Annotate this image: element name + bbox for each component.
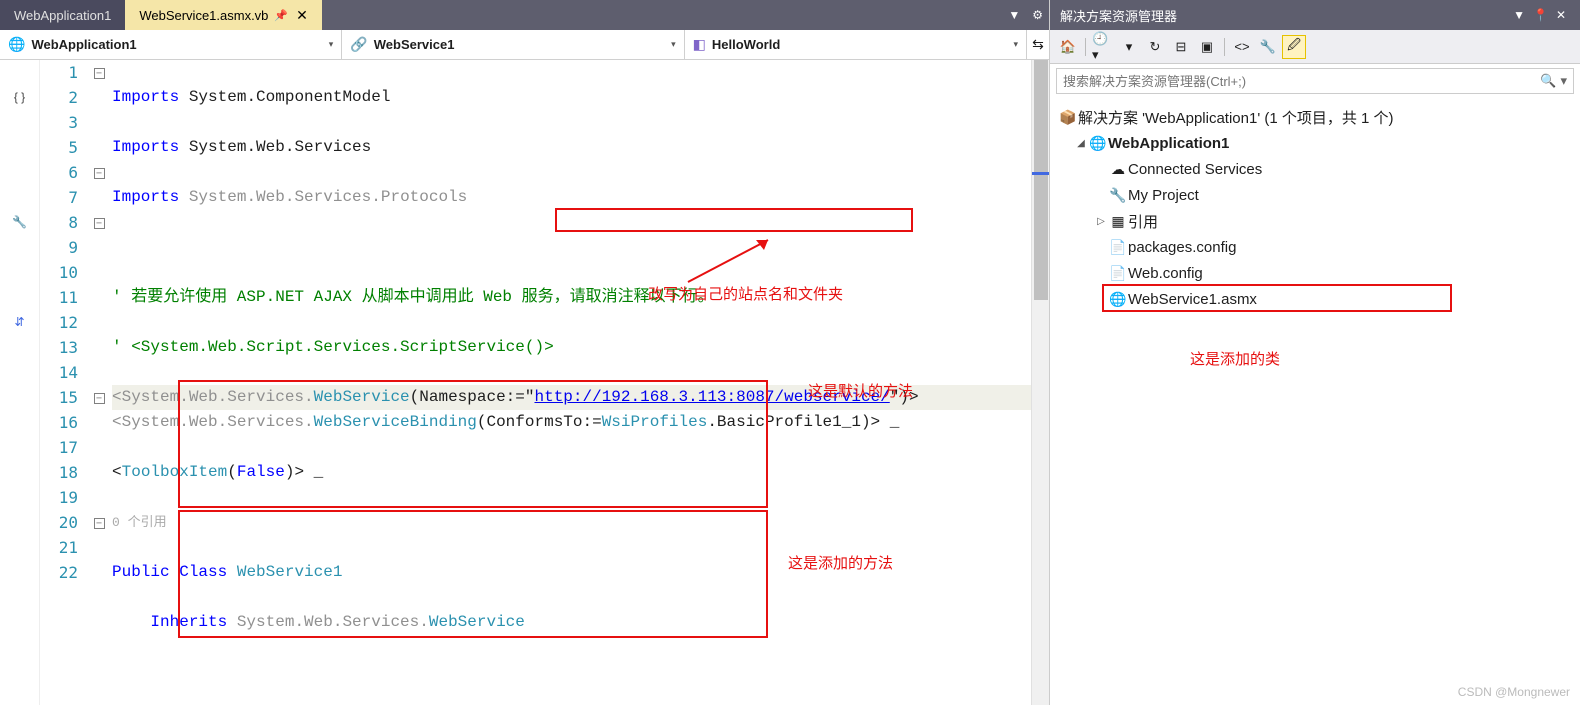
annotation-url-box xyxy=(555,208,913,232)
nav-class-label: WebService1 xyxy=(374,37,671,52)
search-icon[interactable]: 🔍 xyxy=(1536,73,1556,89)
nav-method-label: HelloWorld xyxy=(712,37,1014,52)
annotation-method2-label: 这是添加的方法 xyxy=(788,552,893,577)
config-file-icon: 📄 xyxy=(1108,239,1128,256)
fold-toggle[interactable]: − xyxy=(94,393,105,404)
refresh-icon[interactable]: ↻ xyxy=(1143,35,1167,59)
code-editor[interactable]: { } 🔧 ⇵ 123 56 789 1011 1213 141516 1718… xyxy=(0,60,1049,705)
solution-explorer-toolbar: 🏠 🕘▾ ▾ ↻ ⊟ ▣ <> 🔧 🖉 xyxy=(1050,30,1580,64)
references-node[interactable]: ▷▦ 引用 xyxy=(1058,208,1572,234)
editor-panel: WebApplication1 WebService1.asmx.vb 📌 ✕ … xyxy=(0,0,1050,705)
solution-tree: 📦 解决方案 'WebApplication1' (1 个项目，共 1 个) ◢… xyxy=(1050,98,1580,705)
chevron-down-icon: ▾ xyxy=(671,39,676,50)
solution-explorer-title: 解决方案资源管理器 xyxy=(1060,6,1509,25)
glyph-margin: { } 🔧 ⇵ xyxy=(0,60,40,705)
close-icon[interactable]: ✕ xyxy=(296,7,308,24)
gear-icon[interactable]: ⚙ xyxy=(1026,8,1049,22)
properties-icon[interactable]: 🔧 xyxy=(1256,35,1280,59)
chevron-down-icon: ▾ xyxy=(1013,39,1018,50)
scroll-marker xyxy=(1032,172,1049,175)
code-content[interactable]: Imports System.ComponentModel Imports Sy… xyxy=(108,60,1031,705)
scroll-thumb[interactable] xyxy=(1034,60,1048,300)
nav-project-combo[interactable]: 🌐 WebApplication1 ▾ xyxy=(0,30,342,59)
show-all-files-icon[interactable]: ▣ xyxy=(1195,35,1219,59)
fold-toggle[interactable]: − xyxy=(94,168,105,179)
solution-search[interactable]: 🔍 ▾ xyxy=(1056,68,1574,94)
watermark: CSDN @Mongnewer xyxy=(1458,685,1570,699)
fold-toggle[interactable]: − xyxy=(94,218,105,229)
document-tabs: WebApplication1 WebService1.asmx.vb 📌 ✕ … xyxy=(0,0,1049,30)
expand-icon[interactable]: ◢ xyxy=(1074,138,1088,149)
connected-services-node[interactable]: ☁ Connected Services xyxy=(1058,156,1572,182)
fold-toggle[interactable]: − xyxy=(94,68,105,79)
nav-project-label: WebApplication1 xyxy=(31,37,328,52)
tab-dropdown-icon[interactable]: ▼ xyxy=(1002,8,1026,22)
expand-icon[interactable]: ▷ xyxy=(1094,216,1108,227)
asmx-file-icon: 🌐 xyxy=(1108,291,1128,308)
tab-label: WebApplication1 xyxy=(14,8,111,23)
close-icon[interactable]: ✕ xyxy=(1552,8,1570,22)
project-node[interactable]: ◢ 🌐 WebApplication1 xyxy=(1058,130,1572,156)
preview-icon[interactable]: 🖉 xyxy=(1282,35,1306,59)
wrench-icon[interactable]: 🔧 xyxy=(0,210,39,235)
tab-label: WebService1.asmx.vb xyxy=(139,8,268,23)
home-icon[interactable]: 🏠 xyxy=(1056,35,1080,59)
app-root: WebApplication1 WebService1.asmx.vb 📌 ✕ … xyxy=(0,0,1580,705)
pin-icon[interactable]: 📌 xyxy=(274,9,288,22)
fold-toggle[interactable]: − xyxy=(94,518,105,529)
config-file-icon: 📄 xyxy=(1108,265,1128,282)
sort-icon[interactable]: ⇵ xyxy=(0,310,39,335)
wrench-icon: 🔧 xyxy=(1108,187,1128,204)
pin-icon[interactable]: 📍 xyxy=(1529,8,1552,22)
project-icon: 🌐 xyxy=(1088,135,1108,152)
navigation-bar: 🌐 WebApplication1 ▾ 🔗 WebService1 ▾ ◧ He… xyxy=(0,30,1049,60)
search-dropdown-icon[interactable]: ▾ xyxy=(1556,73,1567,89)
view-code-icon[interactable]: <> xyxy=(1230,35,1254,59)
history-icon[interactable]: 🕘▾ xyxy=(1091,35,1115,59)
vertical-scrollbar[interactable] xyxy=(1031,60,1049,705)
webservice1-asmx-node[interactable]: 🌐 WebService1.asmx xyxy=(1058,286,1572,312)
chevron-down-icon: ▾ xyxy=(329,39,334,50)
project-icon: 🌐 xyxy=(8,36,25,53)
solution-search-input[interactable] xyxy=(1063,74,1536,89)
solution-root[interactable]: 📦 解决方案 'WebApplication1' (1 个项目，共 1 个) xyxy=(1058,104,1572,130)
line-numbers: 123 56 789 1011 1213 141516 1718 192021 … xyxy=(40,60,90,705)
solution-explorer: 解决方案资源管理器 ▼ 📍 ✕ 🏠 🕘▾ ▾ ↻ ⊟ ▣ <> 🔧 🖉 🔍 ▾ … xyxy=(1050,0,1580,705)
nav-method-combo[interactable]: ◧ HelloWorld ▾ xyxy=(685,30,1027,59)
annotation-class-label: 这是添加的类 xyxy=(1190,348,1280,369)
tab-webapplication1[interactable]: WebApplication1 xyxy=(0,0,125,30)
solution-icon: 📦 xyxy=(1058,109,1078,126)
class-icon: 🔗 xyxy=(350,36,367,53)
annotation-arrow-label: 改写为自己的站点名和文件夹 xyxy=(648,283,843,308)
folding-column: − − − − − xyxy=(90,60,108,705)
tab-webservice1-asmx-vb[interactable]: WebService1.asmx.vb 📌 ✕ xyxy=(125,0,322,30)
collapse-all-icon[interactable]: ⊟ xyxy=(1169,35,1193,59)
nav-class-combo[interactable]: 🔗 WebService1 ▾ xyxy=(342,30,684,59)
references-icon: ▦ xyxy=(1108,213,1128,230)
packages-config-node[interactable]: 📄 packages.config xyxy=(1058,234,1572,260)
annotation-method1-label: 这是默认的方法 xyxy=(808,380,913,405)
split-icon[interactable]: ⇆ xyxy=(1027,36,1049,53)
solution-explorer-titlebar: 解决方案资源管理器 ▼ 📍 ✕ xyxy=(1050,0,1580,30)
method-icon: ◧ xyxy=(693,36,706,53)
window-menu-icon[interactable]: ▼ xyxy=(1509,8,1529,22)
pending-icon[interactable]: ▾ xyxy=(1117,35,1141,59)
web-config-node[interactable]: 📄 Web.config xyxy=(1058,260,1572,286)
connected-services-icon: ☁ xyxy=(1108,161,1128,178)
my-project-node[interactable]: 🔧 My Project xyxy=(1058,182,1572,208)
